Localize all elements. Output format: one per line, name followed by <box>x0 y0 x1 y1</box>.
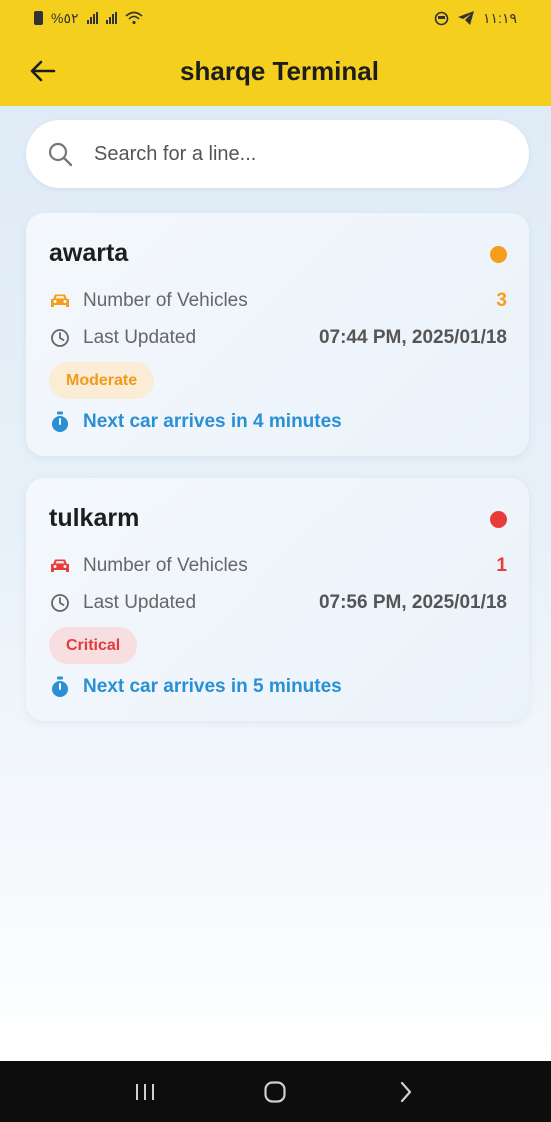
telegram-icon <box>457 11 475 25</box>
vehicles-count: 3 <box>496 290 507 311</box>
home-button[interactable] <box>255 1072 295 1112</box>
wifi-icon <box>124 11 143 25</box>
back-button[interactable] <box>28 56 58 86</box>
main-content: awarta Number of Vehicles 3 Last Updated… <box>0 106 551 1061</box>
status-badge: Moderate <box>49 362 155 399</box>
status-badge: Critical <box>49 627 138 664</box>
vehicles-label: Number of Vehicles <box>83 290 248 311</box>
updated-label: Last Updated <box>83 592 197 613</box>
stopwatch-icon <box>52 411 68 432</box>
search-icon <box>48 142 73 167</box>
vehicles-label: Number of Vehicles <box>83 555 248 576</box>
back-nav-button[interactable] <box>386 1072 426 1112</box>
notification-icon <box>434 11 449 26</box>
line-name: tulkarm <box>49 504 140 532</box>
updated-value: 07:56 PM, 2025/01/18 <box>318 592 507 613</box>
search-input[interactable] <box>94 142 474 166</box>
updated-label: Last Updated <box>83 327 197 348</box>
updated-row: Last Updated 07:56 PM, 2025/01/18 <box>49 590 507 616</box>
stopwatch-icon <box>52 676 68 697</box>
vehicles-row: Number of Vehicles 1 <box>49 553 507 579</box>
eta-row: Next car arrives in 5 minutes <box>49 676 342 698</box>
eta-text: Next car arrives in 5 minutes <box>83 676 342 697</box>
page-title: sharqe Terminal <box>180 55 379 86</box>
status-bar: %٥٢ ١١:١٩ <box>0 0 551 36</box>
line-card[interactable]: tulkarm Number of Vehicles 1 Last Update… <box>26 478 529 721</box>
updated-row: Last Updated 07:44 PM, 2025/01/18 <box>49 325 507 351</box>
clock-icon <box>49 592 71 614</box>
signal-icon <box>86 12 98 24</box>
status-right: ١١:١٩ <box>434 10 517 27</box>
eta-row: Next car arrives in 4 minutes <box>49 411 342 433</box>
line-name: awarta <box>49 239 129 267</box>
status-dot <box>490 511 507 528</box>
line-card[interactable]: awarta Number of Vehicles 3 Last Updated… <box>26 213 529 456</box>
vehicles-count: 1 <box>496 555 507 576</box>
status-dot <box>490 246 507 263</box>
updated-value: 07:44 PM, 2025/01/18 <box>318 327 507 348</box>
app-bar: sharqe Terminal <box>0 36 551 106</box>
vehicles-row: Number of Vehicles 3 <box>49 288 507 314</box>
signal-icon <box>105 12 117 24</box>
system-nav-bar <box>0 1061 551 1122</box>
eta-text: Next car arrives in 4 minutes <box>83 411 342 432</box>
search-bar[interactable] <box>26 120 529 188</box>
clock-time: ١١:١٩ <box>483 9 517 26</box>
clock-icon <box>49 327 71 349</box>
arrow-left-icon <box>30 60 56 82</box>
status-left: %٥٢ <box>34 10 143 27</box>
battery-icon <box>34 11 43 25</box>
car-icon <box>49 290 71 312</box>
home-icon <box>264 1080 287 1103</box>
recent-apps-icon <box>136 1083 155 1100</box>
recent-apps-button[interactable] <box>125 1072 165 1112</box>
battery-percent: %٥٢ <box>51 9 79 26</box>
car-icon <box>49 555 71 577</box>
chevron-right-icon <box>400 1081 411 1102</box>
